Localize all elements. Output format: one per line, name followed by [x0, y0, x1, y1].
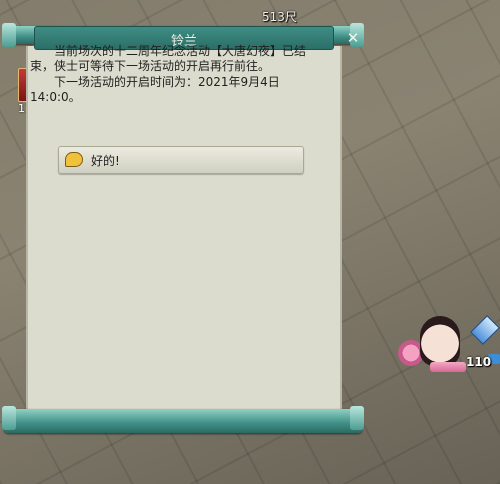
roller-end-right [350, 406, 364, 430]
reply-label: 好的! [91, 154, 120, 168]
message-line: 下一场活动的开启时间为：2021年9月4日14:0:0。 [30, 75, 280, 104]
reply-option-button[interactable]: 好的! [58, 146, 304, 174]
companion-level: 110 [466, 355, 492, 369]
crystal-icon [470, 315, 500, 345]
scroll-bottom-roller [2, 406, 364, 433]
companion-bar [430, 362, 466, 372]
companion-avatar [420, 316, 460, 366]
roller-end-left [2, 406, 16, 430]
speech-bubble-icon [65, 152, 83, 167]
roller-end-left [2, 23, 16, 47]
companion-portrait[interactable]: 110 [394, 306, 500, 388]
close-icon[interactable]: ✕ [345, 30, 361, 46]
target-distance: 513尺 [262, 10, 297, 24]
dialog-message: 当前场次的十二周年纪念活动【大唐幻夜】已结束，侠士可等待下一场活动的开启再行前往… [30, 44, 306, 105]
message-line: 当前场次的十二周年纪念活动【大唐幻夜】已结束，侠士可等待下一场活动的开启再行前往… [30, 44, 307, 73]
game-scene: 513尺 13 铃兰 ✕ 当前场次的十二周年纪念活动【大唐幻夜】已结束，侠士可等… [0, 0, 500, 484]
